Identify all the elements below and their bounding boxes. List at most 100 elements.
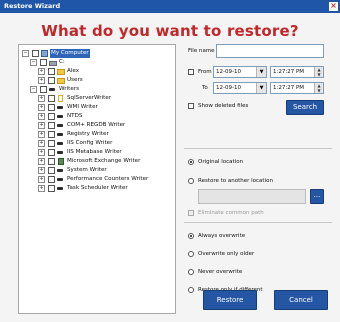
never-overwrite-radio[interactable] (188, 269, 194, 275)
expand-icon[interactable]: + (38, 176, 45, 183)
checkbox[interactable] (48, 95, 55, 102)
expand-icon[interactable]: + (38, 149, 45, 156)
tree-node-label: SqlServerWriter (67, 95, 112, 101)
folder-icon (57, 78, 65, 84)
checkbox[interactable] (48, 167, 55, 174)
tree-node-label: System Writer (67, 167, 107, 173)
tree-node-label: COM+ REGDB Writer (67, 122, 126, 128)
checkbox[interactable] (48, 140, 55, 147)
from-date-picker[interactable]: 12-09-10 ▼ (213, 66, 267, 78)
divider (184, 148, 332, 149)
writer-icon (57, 124, 63, 127)
checkbox[interactable] (48, 149, 55, 156)
to-label: To (202, 85, 208, 91)
to-date-value: 12-09-10 (216, 85, 241, 91)
always-overwrite-radio[interactable] (188, 233, 194, 239)
file-name-input[interactable] (216, 44, 324, 58)
tree-node-label: My Computer (50, 49, 90, 58)
writer-icon (57, 142, 63, 145)
checkbox[interactable] (48, 68, 55, 75)
eliminate-path-checkbox[interactable] (188, 210, 194, 216)
expand-icon[interactable]: + (38, 77, 45, 84)
cancel-button[interactable]: Cancel (274, 290, 328, 310)
expand-icon[interactable]: + (38, 104, 45, 111)
search-button[interactable]: Search (286, 100, 324, 115)
another-location-radio[interactable] (188, 178, 194, 184)
expand-icon[interactable]: + (38, 167, 45, 174)
expand-icon[interactable]: + (38, 131, 45, 138)
eliminate-path-label: Eliminate common path (198, 210, 264, 216)
folder-icon (57, 69, 65, 75)
expand-icon[interactable]: + (38, 158, 45, 165)
computer-icon (41, 50, 48, 57)
collapse-icon[interactable]: − (30, 59, 37, 66)
to-time-spinner[interactable]: 1:27:27 PM ▲ ▼ (270, 82, 324, 94)
checkbox[interactable] (40, 59, 47, 66)
checkbox[interactable] (40, 86, 47, 93)
writer-icon (57, 151, 63, 154)
drive-icon (49, 61, 57, 66)
tree-node-label: C: (59, 59, 65, 65)
tree-node-label: Performance Counters Writer (67, 176, 149, 182)
chevron-down-icon[interactable]: ▼ (256, 83, 266, 93)
collapse-icon[interactable]: − (22, 50, 29, 57)
restore-button[interactable]: Restore (203, 290, 257, 310)
checkbox[interactable] (48, 158, 55, 165)
checkbox[interactable] (48, 185, 55, 192)
exchange-icon (58, 158, 64, 165)
tree-node-label: Microsoft Exchange Writer (67, 158, 141, 164)
checkbox[interactable] (48, 131, 55, 138)
expand-icon[interactable]: + (38, 113, 45, 120)
from-time-spinner[interactable]: 1:27:27 PM ▲ ▼ (270, 66, 324, 78)
tree-node-label: Registry Writer (67, 131, 109, 137)
tree-node-label: IIS Config Writer (67, 140, 113, 146)
another-location-label: Restore to another location (198, 178, 273, 184)
expand-icon[interactable]: + (38, 122, 45, 129)
tree-node-label: Writers (59, 86, 79, 92)
page-title: What do you want to restore? (41, 22, 299, 40)
restore-if-different-radio[interactable] (188, 287, 194, 293)
show-deleted-checkbox[interactable] (188, 103, 194, 109)
tree-node-label: Task Scheduler Writer (67, 185, 128, 191)
overwrite-older-label: Overwrite only older (198, 251, 255, 257)
restore-path-input[interactable] (198, 189, 306, 204)
window-title: Restore Wizard (4, 2, 61, 10)
tree-node-label: NTDS (67, 113, 83, 119)
writer-icon (57, 115, 63, 118)
restore-wizard-window: Restore Wizard × What do you want to res… (0, 0, 340, 322)
close-icon[interactable]: × (329, 2, 338, 11)
from-time-value: 1:27:27 PM (273, 69, 305, 75)
from-checkbox[interactable] (188, 69, 194, 75)
divider (184, 222, 332, 223)
from-date-value: 12-09-10 (216, 69, 241, 75)
to-date-picker[interactable]: 12-09-10 ▼ (213, 82, 267, 94)
expand-icon[interactable]: + (38, 95, 45, 102)
checkbox[interactable] (48, 77, 55, 84)
checkbox[interactable] (48, 176, 55, 183)
show-deleted-label: Show deleted files (198, 103, 249, 109)
collapse-icon[interactable]: − (30, 86, 37, 93)
checkbox[interactable] (48, 122, 55, 129)
browse-button[interactable]: ... (310, 189, 324, 204)
checkbox[interactable] (48, 104, 55, 111)
file-name-label: File name (188, 48, 215, 54)
expand-icon[interactable]: + (38, 140, 45, 147)
expand-icon[interactable]: + (38, 185, 45, 192)
chevron-down-icon[interactable]: ▼ (256, 67, 266, 77)
tree-node-label: IIS Metabase Writer (67, 149, 122, 155)
from-label: From (198, 69, 212, 75)
title-bar: Restore Wizard × (0, 0, 340, 13)
to-time-value: 1:27:27 PM (273, 85, 305, 91)
file-tree[interactable]: − My Computer − C: + Alex + Users − Writ… (18, 44, 176, 314)
writer-icon (57, 133, 63, 136)
original-location-radio[interactable] (188, 159, 194, 165)
overwrite-older-radio[interactable] (188, 251, 194, 257)
writer-icon (57, 169, 63, 172)
writer-icon (57, 178, 63, 181)
checkbox[interactable] (48, 113, 55, 120)
writer-icon (49, 88, 55, 91)
expand-icon[interactable]: + (38, 68, 45, 75)
spinner-arrows-icon[interactable]: ▲ ▼ (314, 83, 323, 93)
checkbox[interactable] (32, 50, 39, 57)
spinner-arrows-icon[interactable]: ▲ ▼ (314, 67, 323, 77)
